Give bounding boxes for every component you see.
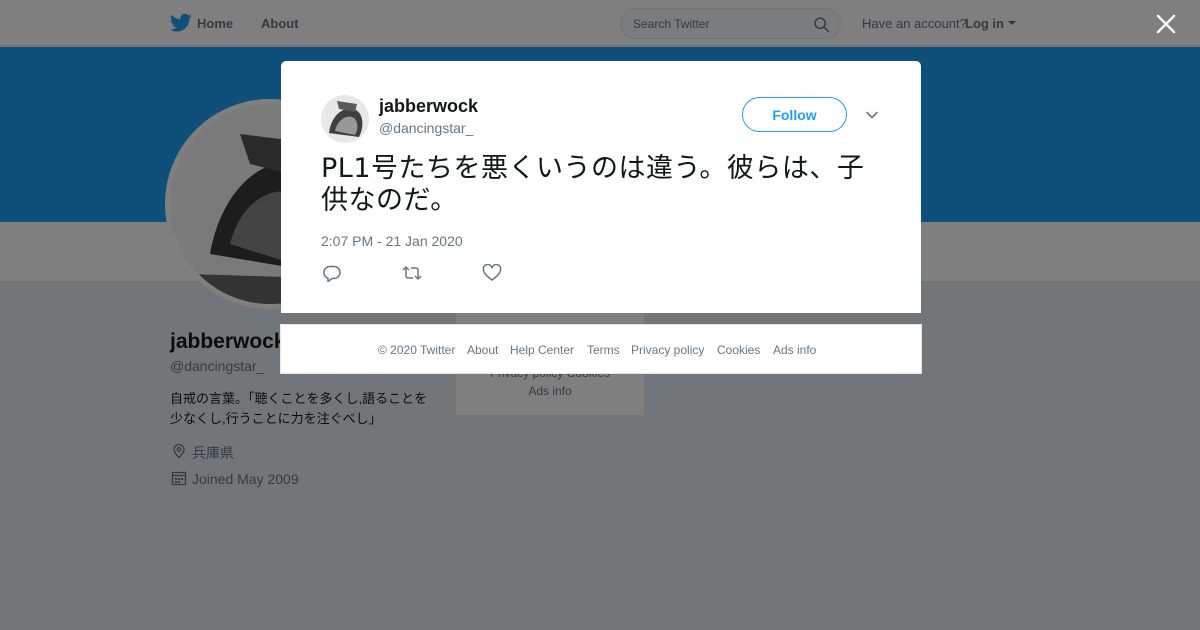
footer-terms-link[interactable]: Terms	[587, 343, 620, 357]
close-icon[interactable]	[1155, 13, 1177, 35]
tweet-modal: jabberwock @dancingstar_ Follow PL1号たちを悪…	[281, 61, 921, 313]
footer-about-link[interactable]: About	[467, 343, 498, 357]
heart-icon[interactable]	[482, 264, 502, 282]
footer-help-link[interactable]: Help Center	[510, 343, 574, 357]
tweet-timestamp[interactable]: 2:07 PM - 21 Jan 2020	[321, 233, 463, 249]
retweet-icon[interactable]	[402, 264, 422, 282]
footer-ads-link[interactable]: Ads info	[773, 343, 816, 357]
modal-footer: © 2020 Twitter About Help Center Terms P…	[280, 324, 922, 374]
follow-button[interactable]: Follow	[742, 97, 847, 132]
footer-cookies-link[interactable]: Cookies	[717, 343, 760, 357]
avatar-illustration	[321, 95, 369, 143]
tweet-author-handle[interactable]: @dancingstar_	[379, 120, 473, 136]
footer-privacy-link[interactable]: Privacy policy	[631, 343, 704, 357]
chevron-down-icon[interactable]	[864, 107, 880, 123]
tweet-author-name[interactable]: jabberwock	[379, 96, 478, 117]
tweet-text: PL1号たちを悪くいうのは違う。彼らは、子供なのだ。	[321, 153, 865, 216]
tweet-author-avatar[interactable]	[321, 95, 369, 143]
reply-icon[interactable]	[322, 264, 342, 282]
footer-copyright: © 2020 Twitter	[378, 343, 456, 357]
